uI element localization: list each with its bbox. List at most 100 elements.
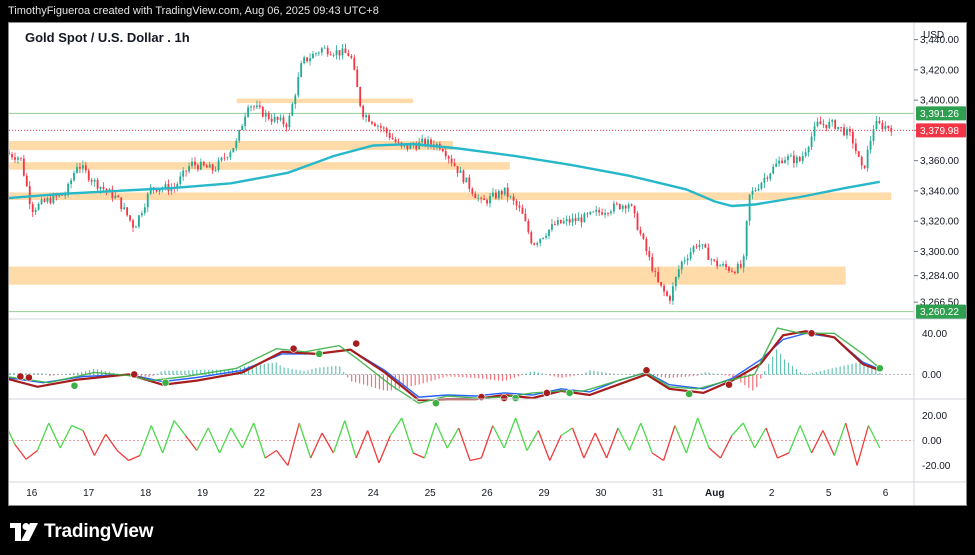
candle[interactable] xyxy=(96,179,99,189)
signal-dot[interactable] xyxy=(725,380,733,389)
candle[interactable] xyxy=(486,200,488,204)
candle[interactable] xyxy=(315,53,317,54)
candle[interactable] xyxy=(188,166,190,172)
candle[interactable] xyxy=(194,161,196,166)
candle[interactable] xyxy=(471,188,474,194)
candle[interactable] xyxy=(229,152,232,158)
candle[interactable] xyxy=(645,238,648,252)
candle[interactable] xyxy=(707,247,710,260)
candle[interactable] xyxy=(559,219,562,224)
candle[interactable] xyxy=(480,197,483,199)
candle[interactable] xyxy=(792,155,795,164)
candle[interactable] xyxy=(843,127,845,136)
candle[interactable] xyxy=(368,115,370,122)
candle[interactable] xyxy=(618,203,621,209)
candle[interactable] xyxy=(235,140,238,149)
candle[interactable] xyxy=(630,204,633,206)
candle[interactable] xyxy=(489,196,491,204)
candle[interactable] xyxy=(872,129,875,141)
candle[interactable] xyxy=(562,221,565,224)
candle[interactable] xyxy=(548,229,550,236)
candle[interactable] xyxy=(279,117,282,120)
candle[interactable] xyxy=(869,140,872,150)
candle[interactable] xyxy=(114,195,117,199)
candle[interactable] xyxy=(238,130,241,141)
candle[interactable] xyxy=(362,105,365,118)
candle[interactable] xyxy=(660,282,663,286)
candle[interactable] xyxy=(323,47,326,49)
candle[interactable] xyxy=(689,252,692,259)
candle[interactable] xyxy=(31,204,34,213)
candle[interactable] xyxy=(64,195,67,196)
candle[interactable] xyxy=(825,124,828,129)
candle[interactable] xyxy=(326,47,329,55)
candle[interactable] xyxy=(341,48,344,56)
candle[interactable] xyxy=(781,160,783,163)
candle[interactable] xyxy=(733,271,736,274)
candle[interactable] xyxy=(347,53,350,56)
candle[interactable] xyxy=(397,142,400,143)
candle[interactable] xyxy=(722,264,724,266)
candle[interactable] xyxy=(716,260,719,267)
candle[interactable] xyxy=(642,233,645,239)
candle[interactable] xyxy=(686,258,689,261)
candle[interactable] xyxy=(736,263,739,274)
candle[interactable] xyxy=(710,259,713,261)
candle[interactable] xyxy=(220,157,223,161)
candle[interactable] xyxy=(884,125,887,129)
candle[interactable] xyxy=(890,128,893,132)
candle[interactable] xyxy=(208,164,211,168)
candle[interactable] xyxy=(748,194,751,221)
candle[interactable] xyxy=(17,157,19,160)
candle[interactable] xyxy=(415,145,418,150)
candle[interactable] xyxy=(506,187,509,197)
candle[interactable] xyxy=(253,106,255,108)
candle[interactable] xyxy=(769,173,772,179)
candle[interactable] xyxy=(666,291,668,296)
candle[interactable] xyxy=(851,131,854,144)
candle[interactable] xyxy=(627,204,630,209)
candle[interactable] xyxy=(462,170,465,183)
candle[interactable] xyxy=(500,191,503,195)
candle[interactable] xyxy=(46,198,49,202)
candle[interactable] xyxy=(719,265,722,267)
candle[interactable] xyxy=(610,211,612,214)
candle[interactable] xyxy=(539,238,542,243)
candle[interactable] xyxy=(232,148,235,153)
candle[interactable] xyxy=(683,260,686,262)
candle[interactable] xyxy=(834,120,837,129)
signal-dot[interactable] xyxy=(542,389,551,397)
candle[interactable] xyxy=(860,156,863,166)
candle[interactable] xyxy=(648,251,651,257)
candle[interactable] xyxy=(199,161,202,170)
candle[interactable] xyxy=(565,219,568,222)
candle[interactable] xyxy=(863,165,866,169)
candle[interactable] xyxy=(129,215,131,221)
candle[interactable] xyxy=(512,196,515,201)
signal-dot[interactable] xyxy=(477,393,486,401)
candle[interactable] xyxy=(589,211,592,215)
candle[interactable] xyxy=(267,112,270,119)
candle[interactable] xyxy=(521,207,524,214)
signal-dot[interactable] xyxy=(130,370,139,379)
signal-dot[interactable] xyxy=(565,389,574,397)
candle[interactable] xyxy=(583,213,586,223)
candle[interactable] xyxy=(831,120,834,122)
candle[interactable] xyxy=(887,125,890,129)
candle[interactable] xyxy=(494,192,497,199)
candle[interactable] xyxy=(25,175,28,187)
candle[interactable] xyxy=(78,166,81,169)
candle[interactable] xyxy=(11,154,13,158)
candle[interactable] xyxy=(359,87,362,106)
candle[interactable] xyxy=(515,200,518,206)
candle[interactable] xyxy=(61,194,64,196)
signal-dot[interactable] xyxy=(875,364,884,373)
candle[interactable] xyxy=(595,210,598,212)
candle[interactable] xyxy=(822,124,825,126)
candle[interactable] xyxy=(376,125,379,127)
candle[interactable] xyxy=(76,166,78,173)
candle[interactable] xyxy=(421,138,424,143)
candle[interactable] xyxy=(713,259,716,261)
candle[interactable] xyxy=(197,165,199,170)
candle[interactable] xyxy=(226,157,229,159)
